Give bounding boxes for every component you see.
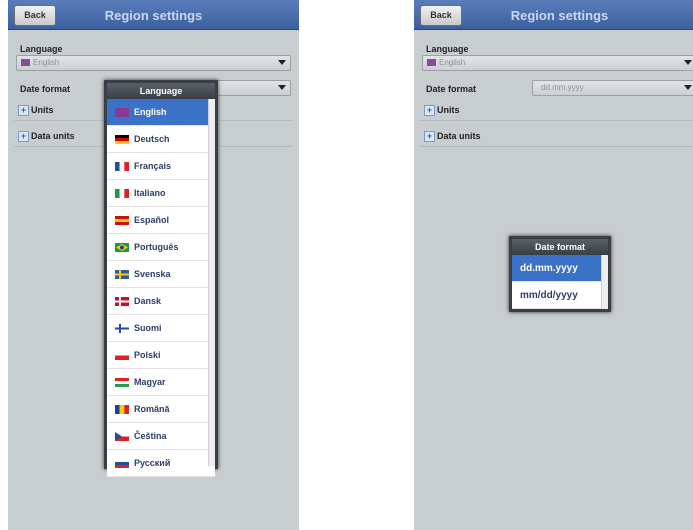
language-option[interactable]: Magyar	[107, 369, 215, 396]
date-format-option-list: dd.mm.yyyy mm/dd/yyyy	[512, 255, 608, 309]
language-option-label: Español	[134, 215, 170, 225]
date-format-option[interactable]: mm/dd/yyyy	[512, 282, 608, 309]
language-option-label: Русский	[134, 458, 171, 468]
popup-title: Language	[107, 83, 215, 99]
language-label: Language	[426, 44, 469, 54]
language-option-label: Svenska	[134, 269, 171, 279]
chevron-down-icon	[684, 60, 692, 65]
scrollbar[interactable]	[601, 255, 608, 309]
language-option[interactable]: Italiano	[107, 180, 215, 207]
uk-flag-icon	[21, 59, 30, 66]
language-option[interactable]: Suomi	[107, 315, 215, 342]
date-format-value: dd.mm.yyyy	[541, 83, 584, 92]
hu-flag-icon	[115, 378, 129, 387]
se-flag-icon	[115, 270, 129, 279]
ro-flag-icon	[115, 405, 129, 414]
chevron-down-icon	[684, 85, 692, 90]
data-units-section[interactable]: + Data units	[420, 126, 693, 147]
expand-icon[interactable]: +	[424, 105, 435, 116]
language-option[interactable]: Polski	[107, 342, 215, 369]
uk-flag-icon	[115, 108, 129, 117]
data-units-label: Data units	[437, 131, 481, 141]
scrollbar[interactable]	[208, 99, 215, 466]
it-flag-icon	[115, 189, 129, 198]
fr-flag-icon	[115, 162, 129, 171]
ru-flag-icon	[115, 459, 129, 468]
date-format-label: Date format	[20, 84, 71, 94]
language-option[interactable]: Dansk	[107, 288, 215, 315]
language-option[interactable]: English	[107, 99, 215, 126]
units-label: Units	[437, 105, 460, 115]
language-option[interactable]: Português	[107, 234, 215, 261]
language-option-label: Polski	[134, 350, 161, 360]
data-units-label: Data units	[31, 131, 75, 141]
language-select[interactable]: English	[422, 55, 693, 71]
pl-flag-icon	[115, 351, 129, 360]
region-settings-screen-language: Back Region settings Language English Da…	[8, 0, 299, 530]
language-option-label: Italiano	[134, 188, 166, 198]
language-option[interactable]: Čeština	[107, 423, 215, 450]
language-option-label: Suomi	[134, 323, 162, 333]
dk-flag-icon	[115, 297, 129, 306]
region-settings-screen-date: Back Region settings Language English Da…	[414, 0, 693, 530]
language-option-label: Português	[134, 242, 179, 252]
language-option-label: English	[134, 107, 167, 117]
expand-icon[interactable]: +	[18, 105, 29, 116]
expand-icon[interactable]: +	[424, 131, 435, 142]
language-select-value: English	[439, 58, 466, 67]
language-option[interactable]: Deutsch	[107, 126, 215, 153]
language-option-label: Română	[134, 404, 170, 414]
language-option-label: Deutsch	[134, 134, 170, 144]
cz-flag-icon	[115, 432, 129, 441]
chevron-down-icon	[278, 85, 286, 90]
date-format-popup: Date format dd.mm.yyyy mm/dd/yyyy	[509, 236, 611, 312]
language-select[interactable]: English	[16, 55, 291, 71]
de-flag-icon	[115, 135, 129, 144]
fi-flag-icon	[115, 324, 129, 333]
date-format-option-label: dd.mm.yyyy	[520, 263, 578, 274]
language-option[interactable]: Svenska	[107, 261, 215, 288]
uk-flag-icon	[427, 59, 436, 66]
language-option[interactable]: Français	[107, 153, 215, 180]
title-bar: Back Region settings	[414, 0, 693, 30]
es-flag-icon	[115, 216, 129, 225]
units-section[interactable]: + Units	[420, 100, 693, 121]
chevron-down-icon	[278, 60, 286, 65]
popup-title: Date format	[512, 239, 608, 255]
language-select-value: English	[33, 58, 60, 67]
language-option-label: Français	[134, 161, 172, 171]
language-option-label: Dansk	[134, 296, 162, 306]
page-title: Region settings	[104, 8, 203, 23]
language-popup: Language English Deutsch Français Italiano E…	[104, 80, 218, 477]
language-option[interactable]: Español	[107, 207, 215, 234]
date-format-option[interactable]: dd.mm.yyyy	[512, 255, 608, 282]
language-option-label: Magyar	[134, 377, 166, 387]
br-flag-icon	[115, 243, 129, 252]
language-option-label: Čeština	[134, 431, 167, 441]
language-option[interactable]: Русский	[107, 450, 215, 477]
language-option-list: English Deutsch Français Italiano Español Por…	[107, 99, 215, 477]
title-bar: Back Region settings	[8, 0, 299, 30]
date-format-select[interactable]: dd.mm.yyyy	[532, 80, 693, 96]
date-format-option-label: mm/dd/yyyy	[520, 290, 578, 301]
language-label: Language	[20, 44, 63, 54]
units-label: Units	[31, 105, 54, 115]
expand-icon[interactable]: +	[18, 131, 29, 142]
page-title: Region settings	[510, 8, 609, 23]
date-format-label: Date format	[426, 84, 477, 94]
language-option[interactable]: Română	[107, 396, 215, 423]
